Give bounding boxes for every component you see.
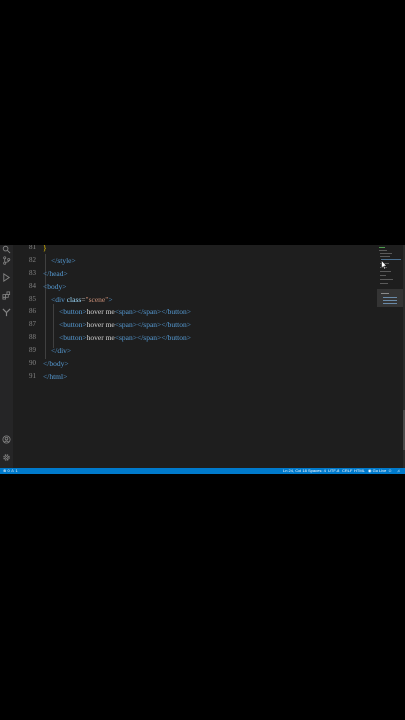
code-line: <button>hover me<span></span></button>: [59, 333, 191, 342]
line-number: 87: [29, 320, 36, 328]
minimap-line: [381, 293, 389, 294]
code-token: <span>: [114, 307, 137, 316]
code-token: </button>: [161, 307, 191, 316]
minimap-line: [380, 271, 391, 272]
code-line: </style>: [51, 256, 76, 265]
minimap-line: [383, 300, 397, 301]
remote-icon[interactable]: [2, 308, 11, 317]
code-line: </html>: [43, 372, 68, 381]
go-live-button[interactable]: ◉ Go Live: [368, 468, 386, 474]
code-line: </head>: [43, 269, 68, 278]
minimap-viewport-slider[interactable]: [377, 289, 403, 307]
minimap-line: [380, 275, 386, 276]
problems-indicator[interactable]: ⊗ 0 ⚠ 1: [3, 468, 18, 474]
code-token: </button>: [161, 333, 191, 342]
line-number: 89: [29, 346, 36, 354]
code-token: hover me: [86, 320, 115, 329]
cursor-position[interactable]: Ln 24, Col 18: [283, 468, 307, 474]
code-line: <button>hover me<span></span></button>: [59, 307, 191, 316]
code-token: </button>: [161, 320, 191, 329]
code-line: <body>: [43, 282, 67, 291]
minimap[interactable]: [377, 245, 403, 468]
line-number: 82: [29, 256, 36, 264]
source-control-icon[interactable]: [2, 256, 11, 265]
line-number-gutter: 81 82 83 84 85 86 87 88 89 90 91: [14, 245, 36, 468]
line-number: 91: [29, 372, 36, 380]
extensions-icon[interactable]: [2, 291, 11, 300]
line-number: 81: [29, 245, 36, 251]
minimap-line: [379, 247, 385, 248]
line-number: 84: [29, 282, 36, 290]
code-token: <span>: [114, 333, 137, 342]
code-token: </span>: [136, 307, 162, 316]
code-token: </span>: [136, 320, 162, 329]
code-line: <button>hover me<span></span></button>: [59, 320, 191, 329]
indentation-setting[interactable]: Spaces: 4: [308, 468, 326, 474]
language-mode[interactable]: HTML: [354, 468, 365, 474]
code-token: >: [108, 295, 113, 304]
code-token: hover me: [86, 333, 115, 342]
activity-bar: [0, 245, 13, 468]
code-token: <button>: [59, 333, 87, 342]
search-icon[interactable]: [2, 245, 11, 254]
minimap-line: [380, 253, 392, 254]
go-live-label: Go Live: [372, 468, 387, 473]
indent-guide: [53, 304, 54, 348]
code-token: <button>: [59, 307, 87, 316]
line-ending[interactable]: CRLF: [342, 468, 352, 474]
minimap-line: [380, 283, 388, 284]
line-number: 85: [29, 295, 36, 303]
code-token: </span>: [136, 333, 162, 342]
code-token: <button>: [59, 320, 87, 329]
settings-gear-icon[interactable]: [2, 453, 11, 462]
status-bar: ⊗ 0 ⚠ 1 Ln 24, Col 18 Spaces: 4 UTF-8 CR…: [0, 468, 405, 474]
line-number: 90: [29, 359, 36, 367]
code-line: <div class="scene">: [51, 295, 113, 304]
code-editor-window: 81 82 83 84 85 86 87 88 89 90 91 } </sty…: [0, 245, 405, 474]
mouse-cursor-icon: [381, 257, 388, 270]
line-number: 83: [29, 269, 36, 277]
minimap-line: [383, 303, 397, 304]
code-token: <div: [51, 295, 67, 304]
code-line: }: [43, 245, 47, 252]
file-encoding[interactable]: UTF-8: [328, 468, 339, 474]
minimap-line: [380, 279, 393, 280]
feedback-icon[interactable]: ☺: [388, 468, 392, 474]
code-token: "scene": [85, 295, 109, 304]
minimap-line: [383, 297, 397, 298]
run-debug-icon[interactable]: [2, 273, 11, 282]
line-number: 86: [29, 307, 36, 315]
line-number: 88: [29, 333, 36, 341]
code-line: </div>: [51, 346, 72, 355]
code-token: <span>: [114, 320, 137, 329]
minimap-line: [379, 250, 387, 251]
code-token: hover me: [86, 307, 115, 316]
code-area[interactable]: } </style> </head> <body> <div class="sc…: [43, 245, 373, 468]
code-token: class: [66, 295, 82, 304]
notifications-bell-icon[interactable]: ♫: [397, 468, 400, 474]
account-icon[interactable]: [2, 435, 11, 444]
code-line: </body>: [43, 359, 69, 368]
